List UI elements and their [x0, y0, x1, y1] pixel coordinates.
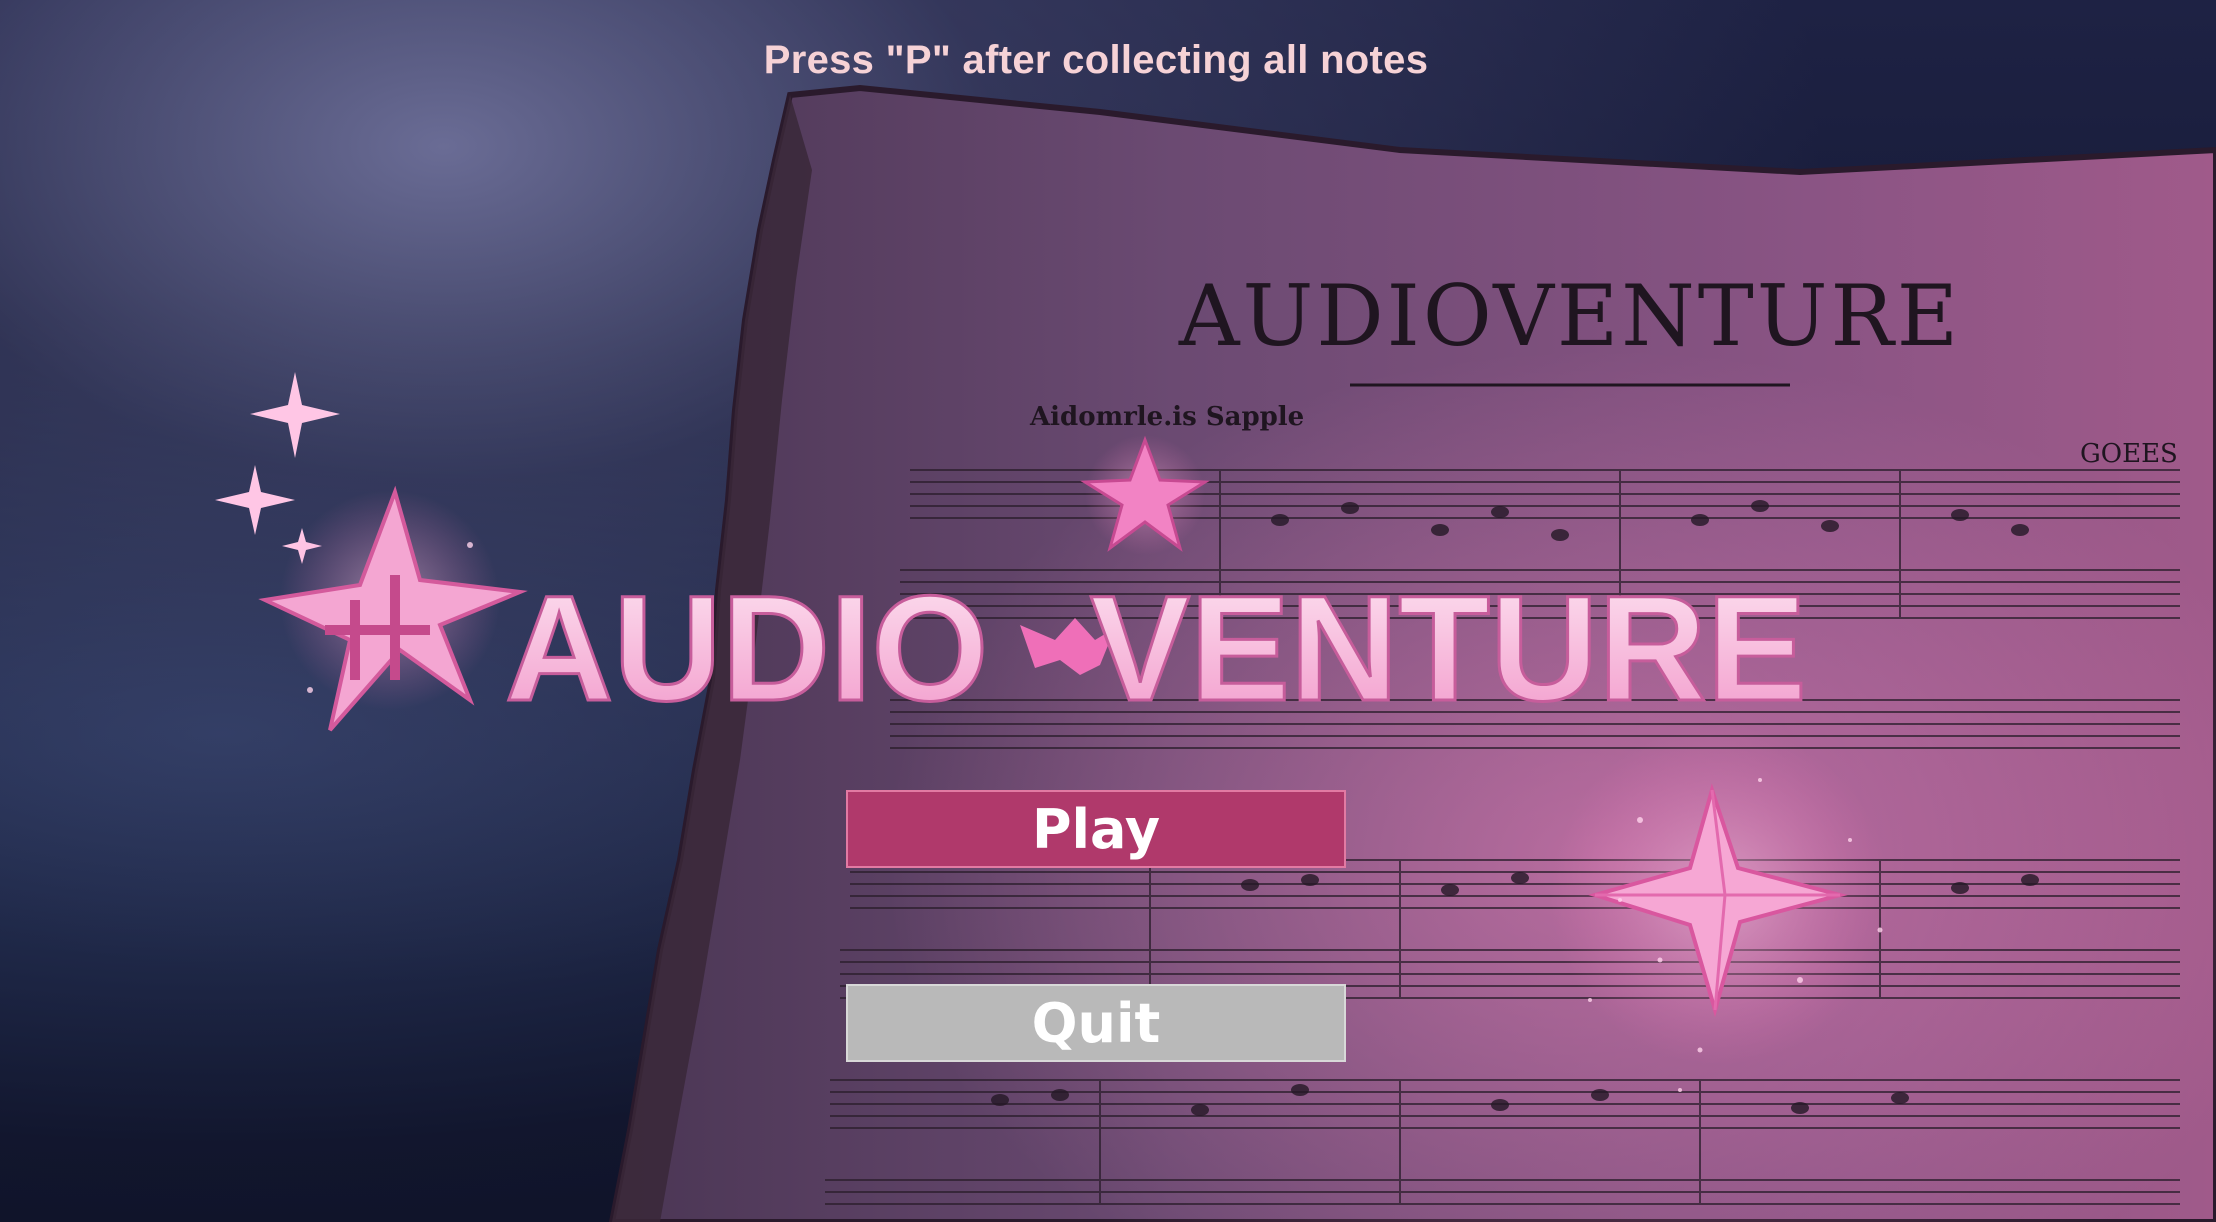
- quit-button[interactable]: Quit: [846, 984, 1346, 1062]
- sheet-heading: AUDIOVENTURE: [1178, 267, 1961, 365]
- sheet-subtitle: Aidomrle.is Sapple: [1029, 402, 1304, 432]
- pink-star-small-icon: [1080, 435, 1210, 555]
- game-logo-part2: VENTURE: [1090, 564, 1807, 732]
- collect-notes-hint: Press "P" after collecting all notes: [763, 38, 1429, 82]
- sheet-side-label: GOEES: [2080, 439, 2178, 469]
- logo-star-emblem-icon: [258, 485, 528, 732]
- game-logo: AUDIO VENTURE: [504, 563, 1809, 734]
- game-logo-part1: AUDIO: [505, 564, 988, 732]
- play-button[interactable]: Play: [846, 790, 1346, 868]
- pink-star-large-icon: [1550, 725, 1890, 1065]
- main-menu-screen: AUDIOVENTURE Aidomrle.is Sapple GOEES AU…: [0, 0, 2216, 1222]
